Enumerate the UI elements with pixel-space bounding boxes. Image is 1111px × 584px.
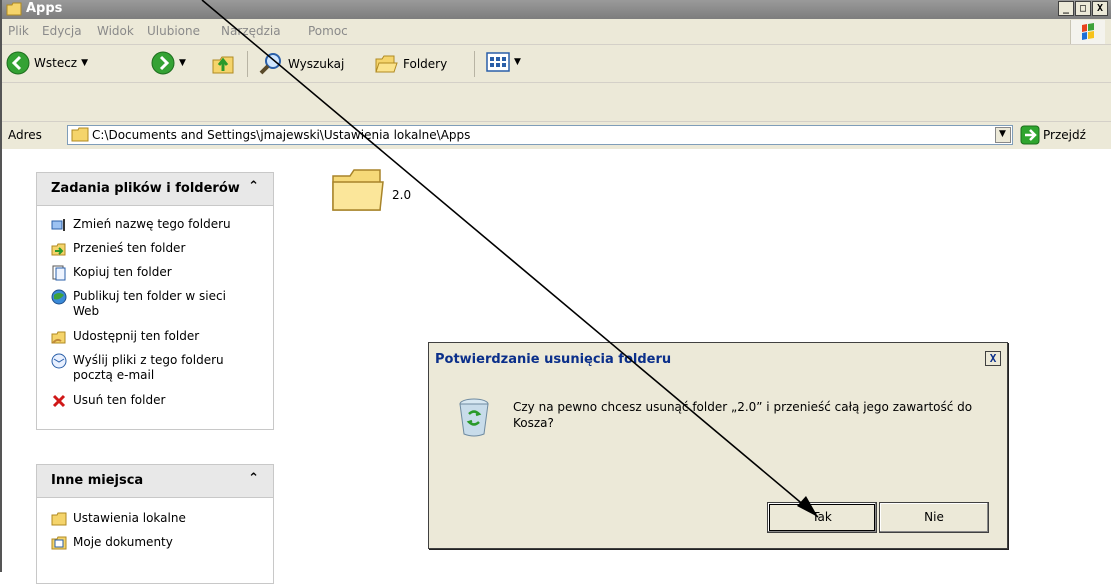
- folder-item[interactable]: 2.0: [330, 164, 411, 214]
- views-button[interactable]: ▼: [486, 51, 521, 73]
- task-label: Kopiuj ten folder: [73, 265, 172, 279]
- folder-icon: [6, 2, 22, 16]
- menu-bar: Plik Edycja Widok Ulubione Narzędzia Pom…: [2, 20, 1111, 45]
- close-button[interactable]: X: [1092, 1, 1108, 16]
- search-button[interactable]: Wyszukaj: [258, 51, 344, 77]
- folders-button[interactable]: Foldery: [373, 51, 447, 77]
- other-places-header[interactable]: Inne miejsca ⌃: [37, 465, 273, 498]
- chevron-down-icon: ▼: [999, 129, 1006, 139]
- task-move[interactable]: Przenieś ten folder: [51, 241, 185, 257]
- task-publish[interactable]: Publikuj ten folder w sieci Web: [51, 289, 251, 319]
- task-label: Udostępnij ten folder: [73, 329, 200, 343]
- no-button[interactable]: Nie: [879, 502, 989, 533]
- toolbar: Wstecz ▼ ▼ Wyszukaj Foldery ▼: [2, 45, 1111, 83]
- chevron-down-icon[interactable]: ▼: [179, 58, 186, 68]
- task-label: Wyślij pliki z tego folderu pocztą e-mai…: [73, 353, 224, 382]
- search-label: Wyszukaj: [288, 57, 345, 71]
- task-label: Usuń ten folder: [73, 393, 166, 407]
- place-label: Ustawienia lokalne: [73, 511, 186, 525]
- confirm-delete-dialog: Potwierdzanie usunięcia folderu X Czy na…: [428, 342, 1008, 549]
- task-share[interactable]: Udostępnij ten folder: [51, 329, 199, 345]
- folder-name: 2.0: [392, 188, 412, 202]
- chevron-down-icon[interactable]: ▼: [81, 58, 88, 68]
- chevron-down-icon[interactable]: ▼: [514, 57, 521, 67]
- recycle-bin-icon: [459, 398, 489, 437]
- windows-logo: [1070, 20, 1105, 44]
- task-delete[interactable]: Usuń ten folder: [51, 393, 165, 409]
- title-bar[interactable]: Apps _ □ X: [2, 0, 1111, 19]
- share-icon: [51, 331, 66, 344]
- address-value: C:\Documents and Settings\jmajewski\Usta…: [92, 128, 471, 142]
- folder-up-icon: [212, 56, 234, 74]
- menu-view[interactable]: Widok: [97, 24, 134, 38]
- folder-icon: [51, 512, 67, 526]
- yes-button[interactable]: Tak: [767, 502, 877, 533]
- other-places-title: Inne miejsca: [51, 473, 144, 488]
- email-icon: [51, 353, 67, 369]
- dialog-title-bar[interactable]: Potwierdzanie usunięcia folderu X: [429, 343, 1007, 373]
- collapse-chevron-icon[interactable]: ⌃: [248, 471, 259, 486]
- back-button[interactable]: Wstecz ▼: [6, 51, 88, 75]
- tasks-pane: Zadania plików i folderów ⌃ Zmień nazwę …: [36, 172, 274, 430]
- forward-button[interactable]: ▼: [151, 51, 186, 75]
- tasks-pane-title: Zadania plików i folderów: [51, 181, 240, 196]
- delete-icon: [52, 394, 66, 408]
- menu-tools[interactable]: Narzędzia: [221, 24, 281, 38]
- place-label: Moje dokumenty: [73, 535, 173, 549]
- folder-icon: [71, 127, 89, 142]
- up-button[interactable]: [210, 51, 236, 77]
- dialog-message: Czy na pewno chcesz usunąć folder „2.0” …: [513, 400, 973, 430]
- dialog-title: Potwierdzanie usunięcia folderu: [435, 352, 672, 367]
- place-local-settings[interactable]: Ustawienia lokalne: [51, 511, 186, 527]
- address-label: Adres: [8, 128, 42, 142]
- task-rename[interactable]: Zmień nazwę tego folderu: [51, 217, 231, 233]
- go-button[interactable]: Przejdź: [1020, 125, 1086, 145]
- dialog-close-button[interactable]: X: [985, 351, 1001, 366]
- go-arrow-icon: [1020, 125, 1040, 145]
- folders-icon: [375, 55, 398, 73]
- task-label: Publikuj ten folder w sieci Web: [73, 289, 226, 318]
- search-icon: [259, 53, 281, 75]
- collapse-chevron-icon[interactable]: ⌃: [248, 179, 259, 194]
- minimize-button[interactable]: _: [1058, 1, 1074, 16]
- tasks-pane-header[interactable]: Zadania plików i folderów ⌃: [37, 173, 273, 206]
- publish-web-icon: [51, 289, 67, 305]
- menu-help[interactable]: Pomoc: [308, 24, 348, 38]
- menu-favorites[interactable]: Ulubione: [147, 24, 200, 38]
- back-label: Wstecz: [34, 56, 78, 70]
- maximize-button[interactable]: □: [1075, 1, 1091, 16]
- views-icon: [486, 52, 510, 72]
- move-icon: [51, 243, 66, 256]
- explorer-window: Apps _ □ X Plik Edycja Widok Ulubione Na…: [0, 0, 1111, 584]
- folder-icon: [332, 169, 384, 211]
- folders-label: Foldery: [403, 57, 448, 71]
- menu-file[interactable]: Plik: [8, 24, 29, 38]
- menu-edit[interactable]: Edycja: [42, 24, 82, 38]
- address-bar: Adres C:\Documents and Settings\jmajewsk…: [2, 121, 1111, 150]
- task-copy[interactable]: Kopiuj ten folder: [51, 265, 172, 281]
- back-arrow-icon: [6, 51, 30, 75]
- go-label: Przejdź: [1043, 128, 1086, 142]
- windows-flag-icon: [1082, 23, 1094, 40]
- documents-icon: [51, 536, 67, 550]
- forward-arrow-icon: [151, 51, 175, 75]
- window-title: Apps: [26, 1, 63, 16]
- address-input[interactable]: C:\Documents and Settings\jmajewski\Usta…: [67, 125, 1013, 145]
- address-dropdown-button[interactable]: ▼: [995, 127, 1011, 143]
- task-label: Zmień nazwę tego folderu: [73, 217, 231, 231]
- other-places-pane: Inne miejsca ⌃ Ustawienia lokalne Moje d…: [36, 464, 274, 584]
- copy-icon: [52, 265, 66, 281]
- rename-icon: [51, 219, 65, 231]
- task-email[interactable]: Wyślij pliki z tego folderu pocztą e-mai…: [51, 353, 251, 383]
- task-label: Przenieś ten folder: [73, 241, 186, 255]
- place-my-documents[interactable]: Moje dokumenty: [51, 535, 173, 551]
